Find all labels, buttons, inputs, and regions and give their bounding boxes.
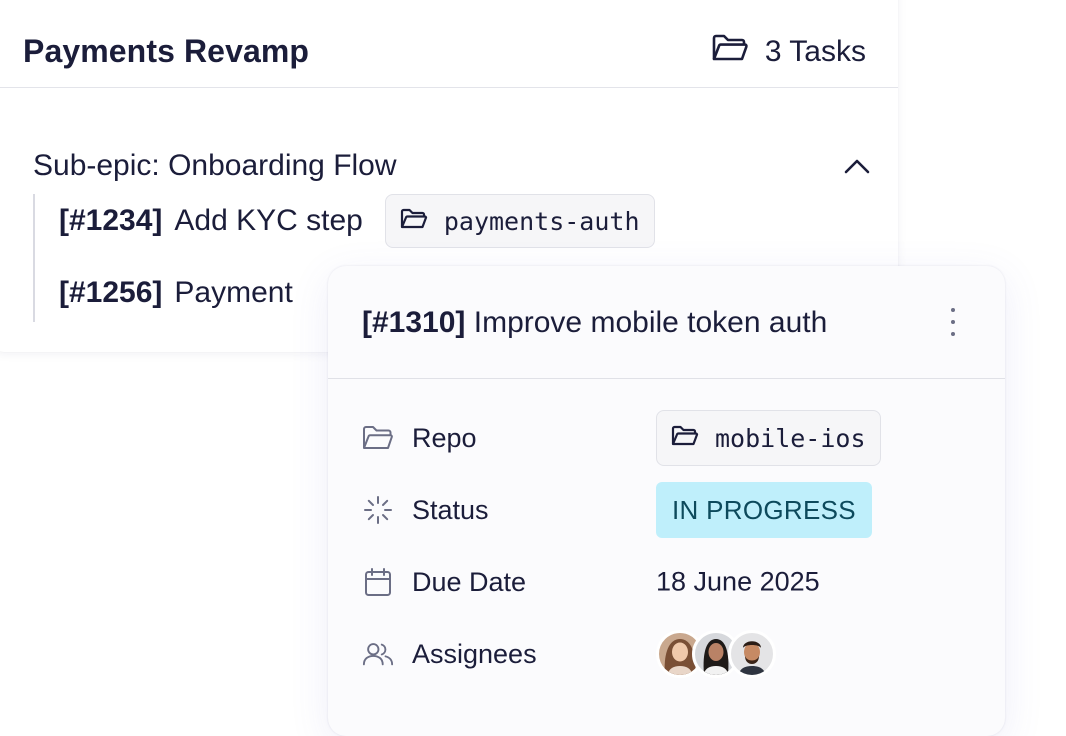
status-row: Status IN PROGRESS — [362, 482, 982, 538]
task-title: Add KYC step — [174, 204, 363, 237]
task-detail-header: [#1310] Improve mobile token auth — [328, 266, 1005, 379]
repo-chip[interactable]: payments-auth — [384, 194, 655, 248]
task-detail-card: [#1310] Improve mobile token auth Repo m… — [328, 266, 1005, 736]
status-label-text: Status — [412, 494, 489, 525]
spinner-icon — [362, 494, 394, 526]
sub-epic-label: Sub-epic: Onboarding Flow — [33, 149, 397, 182]
task-count-label: 3 Tasks — [764, 35, 866, 68]
repo-chip[interactable]: mobile-ios — [656, 410, 881, 466]
avatar-group[interactable] — [656, 630, 776, 678]
dot — [951, 308, 955, 312]
folder-icon — [362, 422, 394, 454]
assignees-value — [656, 630, 776, 678]
sub-epic-row[interactable]: Sub-epic: Onboarding Flow — [33, 149, 870, 189]
repo-name: mobile-ios — [715, 423, 866, 453]
due-date-label-text: Due Date — [412, 566, 527, 597]
users-icon — [362, 638, 394, 670]
avatar[interactable] — [728, 630, 776, 678]
more-options-button[interactable] — [941, 304, 965, 340]
assignees-label: Assignees — [362, 638, 537, 670]
epic-header: Payments Revamp 3 Tasks — [0, 0, 898, 88]
repo-row: Repo mobile-ios — [362, 410, 982, 466]
assignees-row: Assignees — [362, 626, 982, 682]
status-label: Status — [362, 494, 489, 526]
epic-title: Payments Revamp — [23, 33, 310, 69]
repo-name: payments-auth — [443, 206, 640, 236]
status-badge[interactable]: IN PROGRESS — [656, 482, 872, 538]
chevron-up-icon — [844, 158, 870, 179]
repo-label-text: Repo — [412, 422, 477, 453]
repo-value: mobile-ios — [656, 410, 881, 466]
assignees-label-text: Assignees — [412, 638, 537, 669]
task-id: [#1310] — [362, 306, 466, 339]
task-count[interactable]: 3 Tasks — [711, 33, 866, 71]
repo-label: Repo — [362, 422, 477, 454]
collapse-button[interactable] — [839, 153, 875, 183]
task-title: Improve mobile token auth — [473, 306, 828, 339]
folder-icon — [671, 424, 699, 453]
calendar-icon — [362, 566, 394, 598]
task-detail-title: [#1310] Improve mobile token auth — [362, 306, 827, 340]
due-date-value[interactable]: 18 June 2025 — [656, 567, 820, 598]
task-item[interactable]: [#1256] Payment — [59, 276, 293, 310]
status-value: IN PROGRESS — [656, 482, 872, 538]
due-date-row: Due Date 18 June 2025 — [362, 554, 982, 610]
due-date-label: Due Date — [362, 566, 526, 598]
task-title: Payment — [174, 276, 293, 309]
task-id: [#1256] — [59, 276, 163, 309]
folder-icon — [711, 33, 749, 71]
folder-icon — [400, 207, 428, 236]
task-id: [#1234] — [59, 204, 163, 237]
dot — [951, 332, 955, 336]
task-item[interactable]: [#1234] Add KYC step payments-auth — [59, 194, 655, 248]
dot — [951, 320, 955, 324]
